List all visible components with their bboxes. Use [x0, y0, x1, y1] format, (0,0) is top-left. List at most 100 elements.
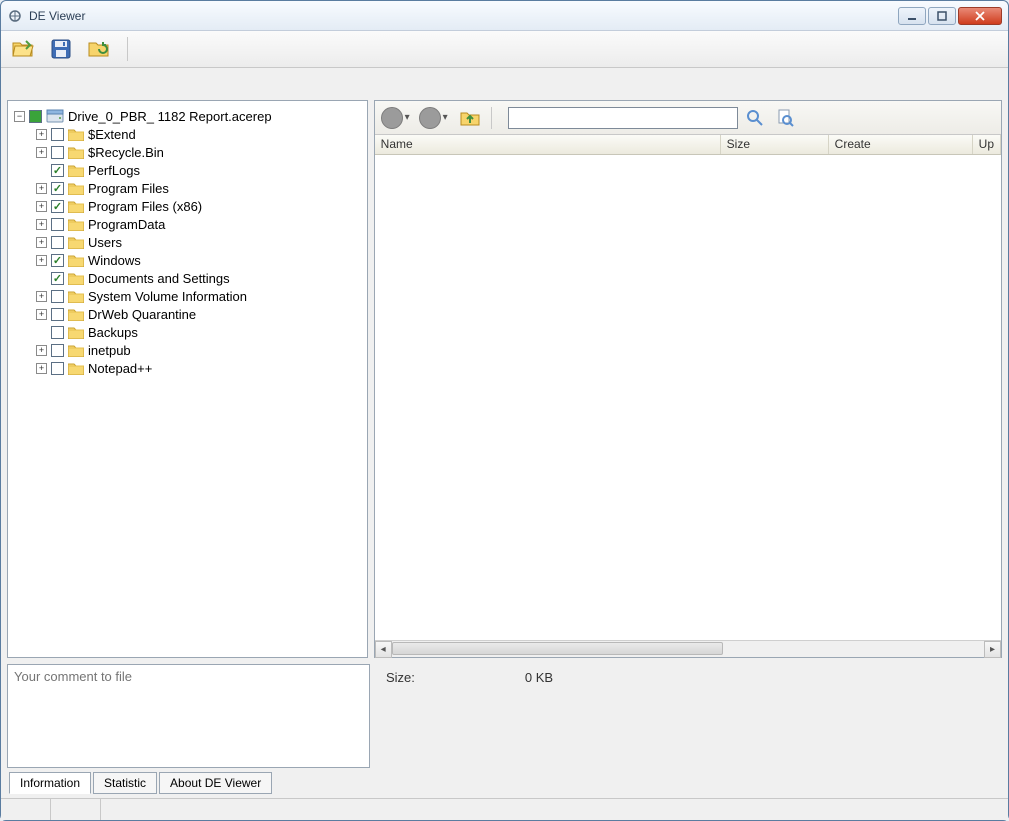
- status-cell: [1, 799, 51, 820]
- scroll-left-icon[interactable]: ◂: [375, 641, 392, 658]
- open-button[interactable]: [9, 35, 37, 63]
- tab-information[interactable]: Information: [9, 772, 91, 794]
- tree-checkbox[interactable]: [51, 254, 64, 267]
- tree-item-label: Program Files: [88, 181, 169, 196]
- tree-checkbox[interactable]: [51, 218, 64, 231]
- save-button[interactable]: [47, 35, 75, 63]
- size-label: Size:: [386, 670, 415, 762]
- up-folder-button[interactable]: [457, 105, 483, 131]
- folder-icon: [68, 290, 84, 303]
- tree-checkbox[interactable]: [51, 362, 64, 375]
- tree-item-label: ProgramData: [88, 217, 165, 232]
- tree-item[interactable]: + Notepad++: [12, 359, 363, 377]
- tree-item[interactable]: +Users: [12, 233, 363, 251]
- folder-icon: [68, 344, 84, 357]
- expand-icon[interactable]: +: [36, 129, 47, 140]
- tree-item[interactable]: + Windows: [12, 251, 363, 269]
- tree-checkbox[interactable]: [51, 236, 64, 249]
- chevron-down-icon[interactable]: ▾: [405, 112, 415, 123]
- nav-back-button[interactable]: [381, 107, 403, 129]
- tree-item-label: Windows: [88, 253, 141, 268]
- app-icon: [7, 8, 23, 24]
- folder-tree[interactable]: − Drive_0_PBR_ 1182 Report.acerep +$Exte…: [8, 101, 367, 657]
- tree-item-label: Backups: [88, 325, 138, 340]
- chevron-down-icon[interactable]: ▾: [443, 112, 453, 123]
- tab-statistic[interactable]: Statistic: [93, 772, 157, 794]
- search-button[interactable]: [742, 105, 768, 131]
- tree-checkbox[interactable]: [51, 326, 64, 339]
- tree-item[interactable]: Backups: [12, 323, 363, 341]
- column-create[interactable]: Create: [829, 135, 973, 154]
- upper-panels: − Drive_0_PBR_ 1182 Report.acerep +$Exte…: [7, 100, 1002, 658]
- drive-icon: [46, 109, 64, 123]
- window-title: DE Viewer: [29, 9, 85, 23]
- nav-back-group[interactable]: ▾: [381, 107, 415, 129]
- tree-checkbox[interactable]: [51, 290, 64, 303]
- close-button[interactable]: [958, 7, 1002, 25]
- open-folder-icon: [12, 39, 34, 59]
- tree-checkbox[interactable]: [51, 164, 64, 177]
- expand-icon[interactable]: +: [36, 201, 47, 212]
- tree-root-row[interactable]: − Drive_0_PBR_ 1182 Report.acerep: [12, 107, 363, 125]
- horizontal-scrollbar[interactable]: ◂ ▸: [375, 640, 1001, 657]
- scroll-right-icon[interactable]: ▸: [984, 641, 1001, 658]
- expand-icon[interactable]: +: [36, 363, 47, 374]
- main-toolbar: [1, 31, 1008, 68]
- filelist-body[interactable]: [375, 155, 1001, 640]
- expand-icon[interactable]: +: [36, 219, 47, 230]
- tree-item[interactable]: +System Volume Information: [12, 287, 363, 305]
- tree-item-label: DrWeb Quarantine: [88, 307, 196, 322]
- tree-item[interactable]: + DrWeb Quarantine: [12, 305, 363, 323]
- expand-icon[interactable]: +: [36, 309, 47, 320]
- tree-checkbox[interactable]: [51, 344, 64, 357]
- info-panel: Size: 0 KB: [376, 664, 1002, 768]
- column-size[interactable]: Size: [721, 135, 829, 154]
- maximize-button[interactable]: [928, 7, 956, 25]
- search-input[interactable]: [508, 107, 738, 129]
- nav-forward-group[interactable]: ▾: [419, 107, 453, 129]
- status-cell: [51, 799, 101, 820]
- tree-item[interactable]: Documents and Settings: [12, 269, 363, 287]
- tree-checkbox[interactable]: [51, 182, 64, 195]
- minimize-button[interactable]: [898, 7, 926, 25]
- collapse-icon[interactable]: −: [14, 111, 25, 122]
- tree-checkbox[interactable]: [51, 272, 64, 285]
- nav-forward-button[interactable]: [419, 107, 441, 129]
- comment-input[interactable]: [7, 664, 370, 768]
- folder-icon: [68, 254, 84, 267]
- tree-checkbox[interactable]: [51, 200, 64, 213]
- column-name[interactable]: Name: [375, 135, 721, 154]
- tree-item[interactable]: +Program Files (x86): [12, 197, 363, 215]
- tree-item[interactable]: +$Recycle.Bin: [12, 143, 363, 161]
- tree-item[interactable]: +inetpub: [12, 341, 363, 359]
- tree-item-label: Notepad++: [88, 361, 152, 376]
- refresh-button[interactable]: [85, 35, 113, 63]
- expand-icon[interactable]: +: [36, 255, 47, 266]
- find-in-file-icon: [776, 109, 794, 127]
- app-window: DE Viewer: [0, 0, 1009, 821]
- tree-checkbox[interactable]: [51, 128, 64, 141]
- tree-checkbox[interactable]: [51, 146, 64, 159]
- tree-item[interactable]: +$Extend: [12, 125, 363, 143]
- expand-icon[interactable]: +: [36, 147, 47, 158]
- folder-icon: [68, 362, 84, 375]
- expand-icon[interactable]: +: [36, 237, 47, 248]
- scroll-track[interactable]: [392, 641, 984, 658]
- tree-root-checkbox[interactable]: [29, 110, 42, 123]
- folder-icon: [68, 218, 84, 231]
- column-up[interactable]: Up: [973, 135, 1001, 154]
- scroll-thumb[interactable]: [392, 642, 724, 655]
- folder-icon: [68, 182, 84, 195]
- tree-item[interactable]: + ProgramData: [12, 215, 363, 233]
- tree-item[interactable]: + Program Files: [12, 179, 363, 197]
- expand-icon[interactable]: +: [36, 291, 47, 302]
- toolbar-separator: [127, 37, 128, 61]
- tree-checkbox[interactable]: [51, 308, 64, 321]
- expand-icon[interactable]: +: [36, 183, 47, 194]
- tree-item[interactable]: PerfLogs: [12, 161, 363, 179]
- titlebar: DE Viewer: [1, 1, 1008, 31]
- tab-about[interactable]: About DE Viewer: [159, 772, 272, 794]
- find-in-file-button[interactable]: [772, 105, 798, 131]
- expand-icon[interactable]: +: [36, 345, 47, 356]
- folder-icon: [68, 326, 84, 339]
